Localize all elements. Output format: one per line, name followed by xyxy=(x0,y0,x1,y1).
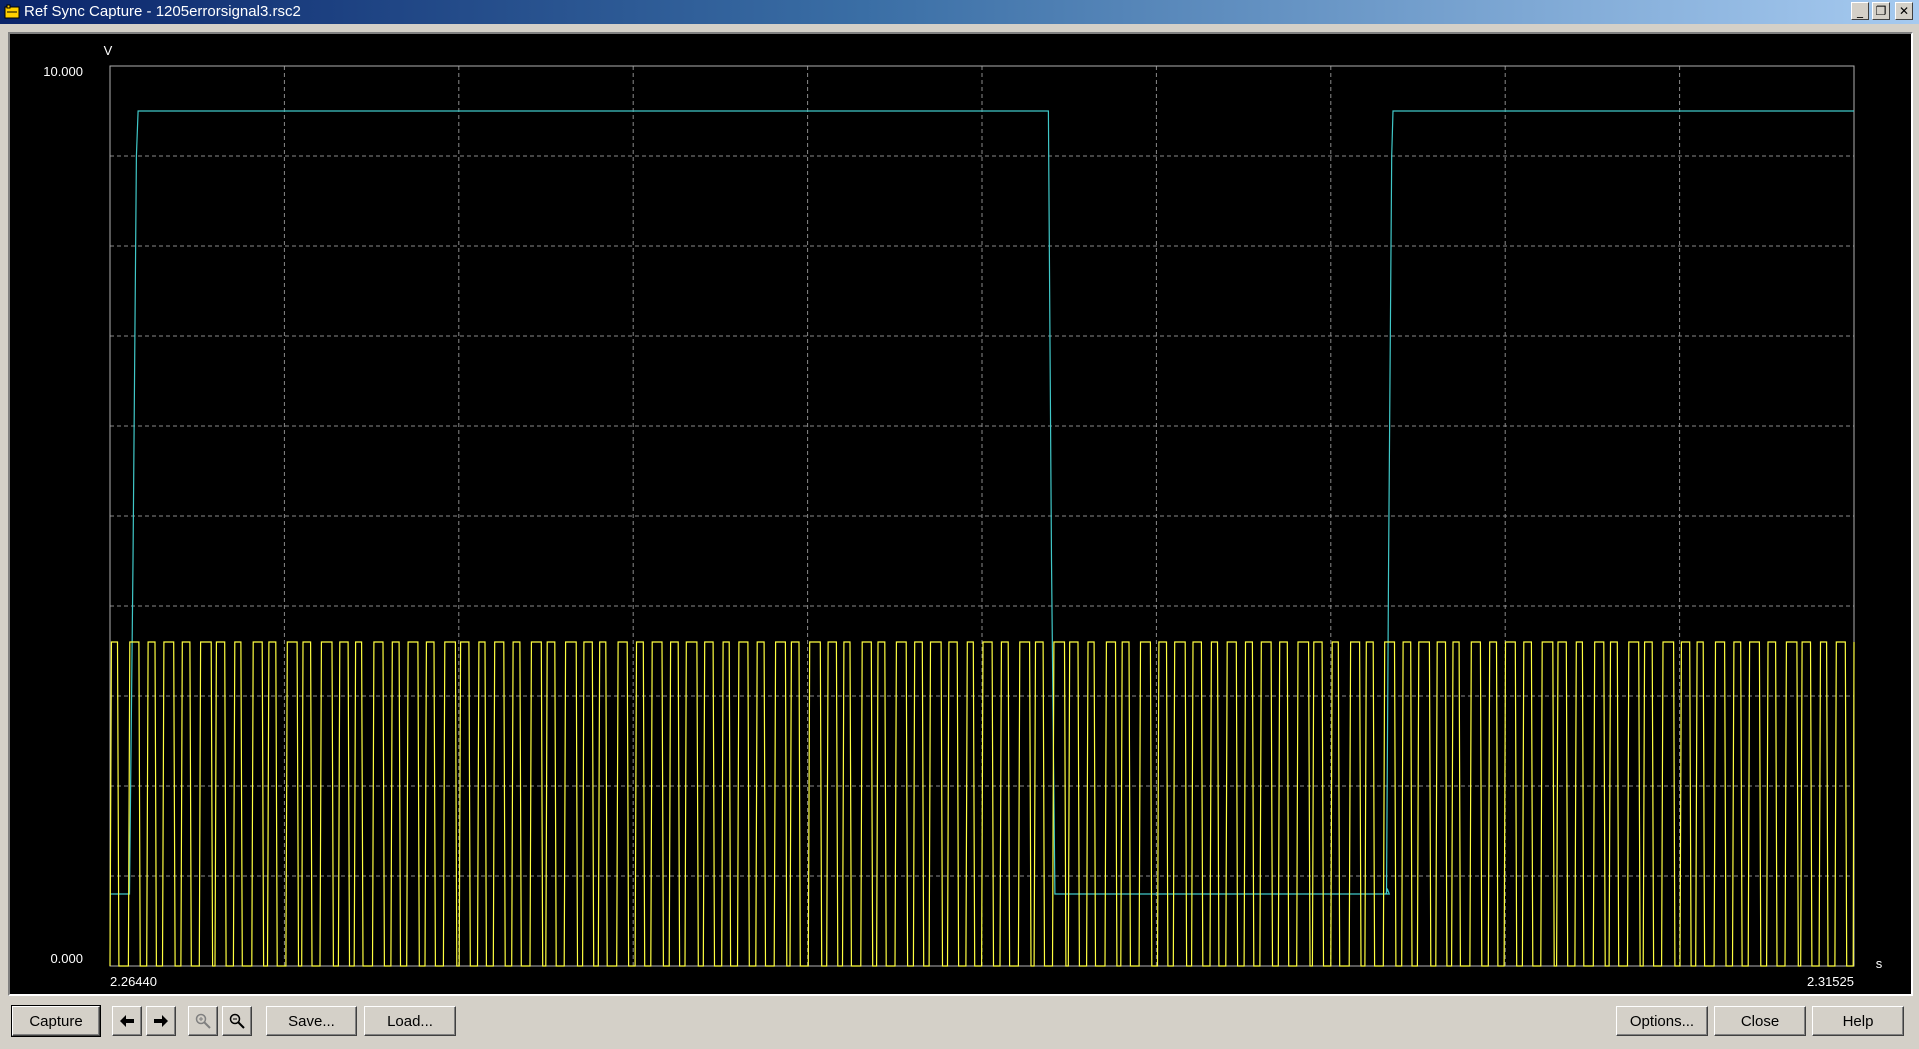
arrow-left-icon xyxy=(120,1015,134,1027)
close-label: Close xyxy=(1740,1012,1780,1030)
zoom-in-button[interactable] xyxy=(188,1006,218,1036)
options-button[interactable]: Options... xyxy=(1616,1006,1708,1036)
x-axis-unit-label: s xyxy=(1876,956,1883,971)
back-button[interactable] xyxy=(112,1006,142,1036)
minimize-icon: _ xyxy=(1857,4,1863,18)
y-tick-label-min: 0.000 xyxy=(50,951,83,966)
y-tick-label-max: 10.000 xyxy=(43,64,83,79)
plot-panel[interactable]: V 10.000 0.000 2.26440 2.31525 s xyxy=(8,32,1913,996)
x-tick-label-max: 2.31525 xyxy=(1807,974,1854,989)
waveform-plot[interactable]: V 10.000 0.000 2.26440 2.31525 s xyxy=(10,34,1911,994)
arrow-right-icon xyxy=(154,1015,168,1027)
help-label: Help xyxy=(1842,1012,1874,1030)
minimize-button[interactable]: _ xyxy=(1851,2,1869,20)
app-icon xyxy=(4,4,20,19)
zoom-out-button[interactable] xyxy=(222,1006,252,1036)
save-label: Save... xyxy=(288,1012,335,1030)
load-label: Load... xyxy=(387,1012,433,1030)
close-icon: ✕ xyxy=(1898,4,1910,18)
title-bar[interactable]: Ref Sync Capture - 1205errorsignal3.rsc2… xyxy=(0,0,1919,24)
options-label: Options... xyxy=(1629,1012,1695,1030)
x-tick-label-min: 2.26440 xyxy=(110,974,157,989)
zoom-in-icon xyxy=(195,1013,211,1029)
capture-label: Capture xyxy=(29,1012,83,1030)
forward-button[interactable] xyxy=(146,1006,176,1036)
capture-button[interactable]: Capture xyxy=(11,1005,101,1037)
restore-icon: ❐ xyxy=(1875,4,1887,18)
save-button[interactable]: Save... xyxy=(266,1006,357,1036)
zoom-out-icon xyxy=(229,1013,245,1029)
load-button[interactable]: Load... xyxy=(364,1006,456,1036)
close-button[interactable]: Close xyxy=(1714,1006,1806,1036)
y-axis-unit-label: V xyxy=(104,43,113,58)
close-window-button[interactable]: ✕ xyxy=(1895,2,1913,20)
maximize-button[interactable]: ❐ xyxy=(1872,2,1890,20)
help-button[interactable]: Help xyxy=(1812,1006,1904,1036)
window-title: Ref Sync Capture - 1205errorsignal3.rsc2 xyxy=(24,3,301,20)
